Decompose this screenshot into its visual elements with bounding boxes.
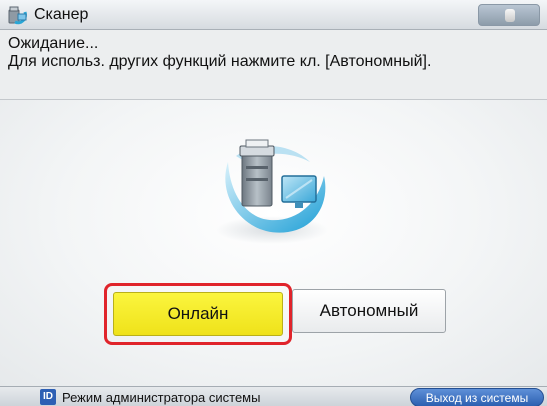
main-area: Онлайн Автономный xyxy=(0,100,547,386)
status-indicator-icon xyxy=(505,9,515,22)
message-area: Ожидание... Для использ. других функций … xyxy=(0,30,547,100)
selected-outline: Онлайн xyxy=(104,283,292,345)
admin-mode-label: Режим администратора системы xyxy=(62,390,261,405)
mode-selector: Онлайн Автономный xyxy=(104,283,451,345)
title-bar: Сканер xyxy=(0,0,547,30)
status-bar: ID Режим администратора системы Выход из… xyxy=(0,386,547,406)
scanner-icon xyxy=(8,6,27,25)
logout-button[interactable]: Выход из системы xyxy=(410,388,544,406)
admin-id-icon: ID xyxy=(40,389,56,405)
instruction-message: Для использ. других функций нажмите кл. … xyxy=(8,53,432,70)
online-button[interactable]: Онлайн xyxy=(113,292,283,336)
offline-button[interactable]: Автономный xyxy=(292,289,446,333)
scanner-network-icon xyxy=(216,139,328,244)
scanner-screen: Сканер Ожидание... Для использ. других ф… xyxy=(0,0,547,406)
waiting-message: Ожидание... xyxy=(8,35,99,52)
status-monitor-button[interactable] xyxy=(478,4,540,26)
window-title: Сканер xyxy=(34,6,89,23)
